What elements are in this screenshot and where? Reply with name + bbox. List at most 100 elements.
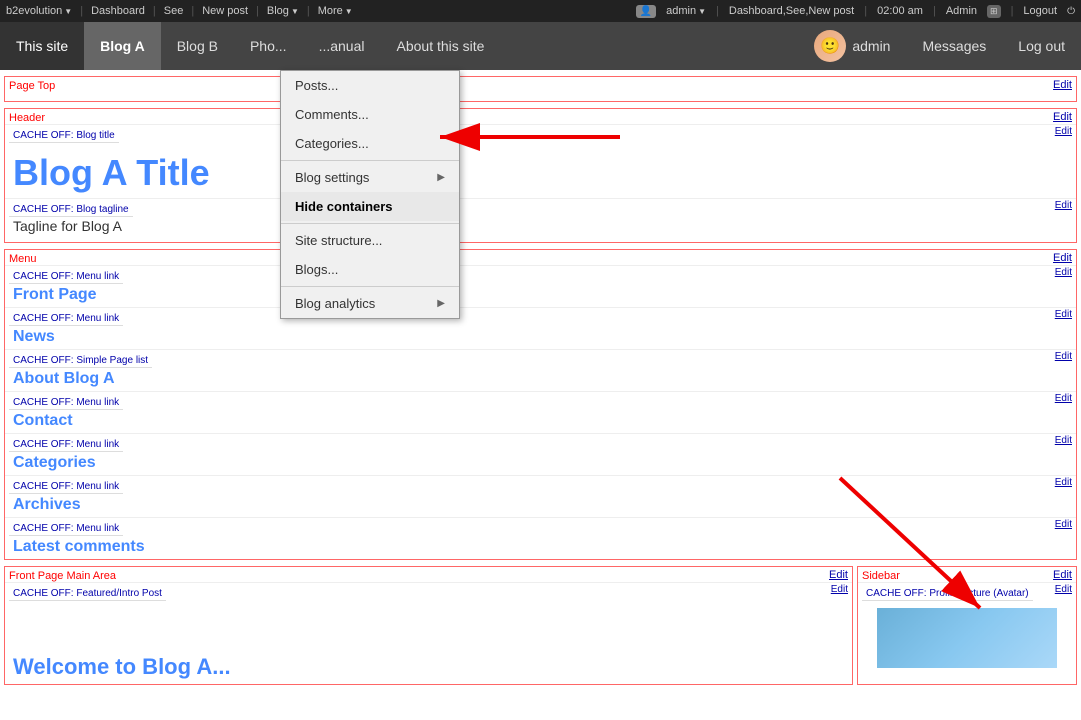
blog-title-cache-row: CACHE OFF: Blog title Edit: [5, 124, 1076, 142]
admin-bar-right: 👤 admin ▼ | Dashboard,See,New post | 02:…: [636, 5, 1075, 18]
site-nav: This site Blog A Blog B Pho... ...anual …: [0, 22, 1081, 70]
menu-item-row-0: CACHE OFF: Menu link Edit: [5, 265, 1076, 283]
categories-link[interactable]: Categories: [5, 451, 1076, 475]
news-link[interactable]: News: [5, 325, 1076, 349]
avatar-cache-label: CACHE OFF: Profile picture (Avatar): [862, 587, 1033, 601]
menu-blogs[interactable]: Blogs...: [281, 255, 459, 284]
blog-title-edit[interactable]: Edit: [1055, 126, 1072, 137]
sep7: |: [864, 5, 867, 17]
admin-user-menu[interactable]: admin ▼: [666, 5, 706, 17]
manual-tab[interactable]: ...anual: [303, 22, 381, 70]
blog-tagline-cache-row: CACHE OFF: Blog tagline Edit: [5, 198, 1076, 216]
blog-tagline: Tagline for Blog A: [5, 216, 1076, 242]
admin-arrow: ▼: [698, 7, 706, 16]
about-blog-link[interactable]: About Blog A: [5, 367, 1076, 391]
about-tab[interactable]: About this site: [381, 22, 501, 70]
menu-divider1: [281, 160, 459, 161]
menu-item-row-2: CACHE OFF: Simple Page list Edit: [5, 349, 1076, 367]
front-page-link[interactable]: Front Page: [5, 283, 1076, 307]
menu-cache-6: CACHE OFF: Menu link: [9, 522, 123, 536]
menu-item-row-1: CACHE OFF: Menu link Edit: [5, 307, 1076, 325]
sep6: |: [716, 5, 719, 17]
sep8: |: [933, 5, 936, 17]
sep3: |: [191, 5, 194, 17]
dashboard-link[interactable]: Dashboard: [91, 5, 145, 17]
site-nav-right: 🙂 admin Messages Log out: [798, 22, 1081, 70]
admin-icon: 👤: [636, 5, 656, 18]
contact-link[interactable]: Contact: [5, 409, 1076, 433]
admin-icon2: ⊞: [987, 5, 1001, 18]
archives-link[interactable]: Archives: [5, 493, 1076, 517]
sep1: |: [80, 5, 83, 17]
menu-site-structure[interactable]: Site structure...: [281, 226, 459, 255]
menu-cache-1: CACHE OFF: Menu link: [9, 312, 123, 326]
pho-tab[interactable]: Pho...: [234, 22, 303, 70]
menu-item-row-5: CACHE OFF: Menu link Edit: [5, 475, 1076, 493]
header-section: Header Edit CACHE OFF: Blog title Edit B…: [4, 108, 1077, 243]
blog-menu-label: Blog: [267, 5, 289, 17]
sidebar-col: Sidebar Edit CACHE OFF: Profile picture …: [857, 566, 1077, 685]
logout-link[interactable]: Logout: [1023, 5, 1057, 17]
messages-link-top[interactable]: Dashboard,See,New post: [729, 5, 854, 17]
see-link[interactable]: See: [164, 5, 184, 17]
blog-title: Blog A Title: [5, 142, 1076, 198]
b2evolution-arrow: ▼: [64, 7, 72, 16]
two-col-layout: Front Page Main Area Edit CACHE OFF: Fea…: [4, 566, 1077, 685]
blog-tagline-edit[interactable]: Edit: [1055, 200, 1072, 211]
logout-nav[interactable]: Log out: [1002, 22, 1081, 70]
menu-comments[interactable]: Comments...: [281, 100, 459, 129]
menu-edit-2[interactable]: Edit: [1055, 351, 1072, 362]
more-menu-top[interactable]: More ▼: [318, 5, 353, 17]
messages-nav[interactable]: Messages: [906, 22, 1002, 70]
menu-cache-3: CACHE OFF: Menu link: [9, 396, 123, 410]
menu-edit-5[interactable]: Edit: [1055, 477, 1072, 488]
featured-edit[interactable]: Edit: [831, 584, 848, 595]
menu-blog-settings[interactable]: Blog settings ▶: [281, 163, 459, 192]
sep4: |: [256, 5, 259, 17]
more-menu-label: More: [318, 5, 343, 17]
admin-nav-label: admin: [852, 38, 890, 54]
partial-post-title: Welcome to Blog A...: [5, 650, 852, 684]
menu-section: Menu Edit CACHE OFF: Menu link Edit Fron…: [4, 249, 1077, 560]
b2evolution-menu[interactable]: b2evolution ▼: [6, 5, 72, 17]
this-site-link[interactable]: This site: [0, 22, 84, 70]
blog-settings-arrow: ▶: [437, 172, 445, 183]
sidebar-profile-img: [877, 608, 1057, 668]
sidebar-edit[interactable]: Edit: [1053, 569, 1072, 581]
menu-hide-containers[interactable]: Hide containers: [281, 192, 459, 221]
blog-tagline-cache-label: CACHE OFF: Blog tagline: [9, 203, 133, 217]
menu-edit-6[interactable]: Edit: [1055, 519, 1072, 530]
menu-edit-0[interactable]: Edit: [1055, 267, 1072, 278]
blog-b-tab[interactable]: Blog B: [161, 22, 234, 70]
page-top-edit[interactable]: Edit: [1053, 79, 1072, 91]
blog-menu-top[interactable]: Blog ▼: [267, 5, 299, 17]
avatar-cache-row: CACHE OFF: Profile picture (Avatar) Edit: [858, 582, 1076, 600]
menu-edit-1[interactable]: Edit: [1055, 309, 1072, 320]
menu-posts[interactable]: Posts...: [281, 71, 459, 100]
avatar-edit[interactable]: Edit: [1055, 584, 1072, 595]
menu-blog-analytics[interactable]: Blog analytics ▶: [281, 289, 459, 318]
header-section-edit[interactable]: Edit: [1053, 111, 1072, 123]
page-content: Page Top Edit Header Edit CACHE OFF: Blo…: [0, 76, 1081, 685]
blog-a-tab[interactable]: Blog A: [84, 22, 161, 70]
admin-avatar-nav[interactable]: 🙂 admin: [798, 22, 906, 70]
menu-edit-3[interactable]: Edit: [1055, 393, 1072, 404]
menu-categories[interactable]: Categories...: [281, 129, 459, 158]
admin-username: admin: [666, 5, 696, 17]
b2evolution-label: b2evolution: [6, 5, 62, 17]
latest-comments-link[interactable]: Latest comments: [5, 535, 1076, 559]
menu-cache-5: CACHE OFF: Menu link: [9, 480, 123, 494]
admin-label: Admin: [946, 5, 977, 17]
new-post-link[interactable]: New post: [202, 5, 248, 17]
menu-cache-4: CACHE OFF: Menu link: [9, 438, 123, 452]
admin-bar: b2evolution ▼ | Dashboard | See | New po…: [0, 0, 1081, 22]
blog-title-cache-label: CACHE OFF: Blog title: [9, 129, 119, 143]
menu-item-row-6: CACHE OFF: Menu link Edit: [5, 517, 1076, 535]
front-page-main-edit[interactable]: Edit: [829, 569, 848, 581]
menu-edit-4[interactable]: Edit: [1055, 435, 1072, 446]
menu-item-row-3: CACHE OFF: Menu link Edit: [5, 391, 1076, 409]
menu-section-edit[interactable]: Edit: [1053, 252, 1072, 264]
menu-divider2: [281, 223, 459, 224]
more-arrow: ▼: [345, 7, 353, 16]
menu-cache-0: CACHE OFF: Menu link: [9, 270, 123, 284]
